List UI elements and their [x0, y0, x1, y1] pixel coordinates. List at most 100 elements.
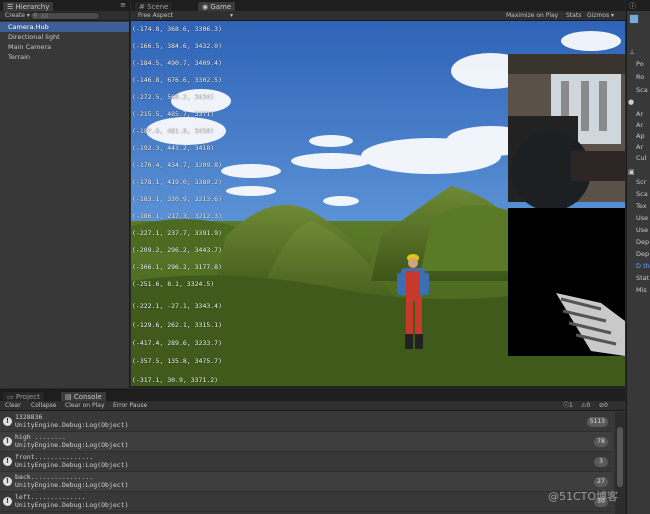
scene-icon: # [139, 3, 145, 11]
game-viewport[interactable]: (-174.8, 368.6, 3306.3) (-166.5, 384.6, … [131, 21, 625, 386]
inspector-field[interactable]: D th [636, 262, 650, 270]
log-message: high ........ [15, 433, 66, 441]
coord-label: (-306.1, 296.2, 3177.8) [132, 263, 223, 271]
error-pause-toggle[interactable]: Error Pause [110, 402, 150, 410]
info-count: 1 [569, 402, 573, 409]
coord-label: (-146.8, 676.6, 3302.5) [132, 76, 223, 84]
coord-label: (-187.6, 481.6, 3450) [132, 127, 215, 135]
tab-project[interactable]: ▭ Project [2, 391, 45, 401]
panel-menu-icon[interactable]: ≡ [120, 1, 126, 9]
coord-label: (-227.1, 237.7, 3391.9) [132, 229, 223, 237]
hierarchy-toolbar: Create ▾ ⚲ [0, 11, 129, 21]
scrollbar-thumb[interactable] [617, 427, 623, 487]
script-component-icon: ▣ [628, 168, 635, 176]
hierarchy-item-terrain[interactable]: Terrain [0, 52, 129, 62]
hierarchy-item-main-camera[interactable]: Main Camera [0, 42, 129, 52]
tab-hierarchy[interactable]: ☰ Hierarchy [2, 1, 55, 11]
coord-label: (-317.1, 30.9, 3371.2) [132, 376, 219, 384]
coord-label: (-178.1, 419.0, 3380.2) [132, 178, 223, 186]
camera-feed-overlay [508, 54, 625, 211]
transform-icon: ⊥ [629, 48, 636, 56]
game-tabbar: # Scene ◉ Game [131, 0, 625, 11]
inspector-field[interactable]: Use [636, 214, 648, 222]
tab-console-label: Console [73, 393, 102, 401]
inspector-field[interactable]: Mis [636, 286, 647, 294]
console-log-row[interactable]: ! 1328836 UnityEngine.Debug:Log(Object) … [0, 412, 612, 432]
inspector-field[interactable]: Ar [636, 110, 643, 118]
log-stacktrace: UnityEngine.Debug:Log(Object) [15, 461, 129, 469]
inspector-field[interactable]: Ro [636, 73, 644, 81]
game-toolbar: Free Aspect ▾ Maximize on Play Stats Giz… [131, 11, 625, 21]
log-stacktrace: UnityEngine.Debug:Log(Object) [15, 441, 129, 449]
tab-scene[interactable]: # Scene [134, 1, 174, 11]
create-button[interactable]: Create ▾ [2, 12, 33, 20]
stats-toggle[interactable]: Stats [563, 12, 584, 20]
maximize-on-play-toggle[interactable]: Maximize on Play [503, 12, 561, 20]
hierarchy-list: Camera.Hub Directional light Main Camera… [0, 22, 129, 62]
hierarchy-item-camera-hub[interactable]: Camera.Hub [0, 22, 129, 32]
tab-scene-label: Scene [147, 3, 169, 11]
console-log-row[interactable]: ! left.............. UnityEngine.Debug:L… [0, 492, 612, 512]
console-log-row[interactable]: ! back................ UnityEngine.Debug… [0, 472, 612, 492]
tab-game[interactable]: ◉ Game [197, 1, 237, 11]
coord-label: (-192.3, 443.2, 3418) [132, 144, 215, 152]
inspector-field[interactable]: Use [636, 226, 648, 234]
inspector-field[interactable]: Sca [636, 86, 648, 94]
chevron-down-icon: ▾ [230, 12, 234, 19]
depth-map-overlay [508, 208, 625, 356]
info-icon[interactable]: ⓘ [629, 1, 636, 11]
clear-on-play-toggle[interactable]: Clear on Play [62, 402, 108, 410]
console-toolbar: Clear Collapse Clear on Play Error Pause… [0, 401, 625, 411]
info-icon: ! [3, 457, 12, 466]
game-panel: # Scene ◉ Game Free Aspect ▾ Maximize on… [131, 0, 625, 388]
inspector-field[interactable]: Ar [636, 121, 643, 129]
log-message: 1328836 [15, 413, 43, 421]
log-stacktrace: UnityEngine.Debug:Log(Object) [15, 481, 129, 489]
tab-console[interactable]: ▤ Console [60, 391, 107, 401]
tab-hierarchy-label: Hierarchy [15, 3, 50, 11]
camera-component-icon: ● [628, 98, 635, 106]
console-log-row[interactable]: ! high ........ UnityEngine.Debug:Log(Ob… [0, 432, 612, 452]
inspector-field[interactable]: Ap [636, 132, 645, 140]
hierarchy-item-directional-light[interactable]: Directional light [0, 32, 129, 42]
clear-button[interactable]: Clear [2, 402, 24, 410]
coord-label: (-166.5, 384.6, 3432.0) [132, 42, 223, 50]
coord-label: (-129.6, 262.1, 3315.1) [132, 321, 223, 329]
list-icon: ☰ [7, 3, 14, 11]
aspect-dropdown[interactable]: Free Aspect [135, 12, 176, 20]
info-count-toggle[interactable]: ⓘ1 [560, 402, 576, 410]
log-count-badge: 27 [594, 477, 608, 487]
hierarchy-search-input[interactable] [30, 12, 100, 20]
collapse-toggle[interactable]: Collapse [28, 402, 60, 410]
inspector-field[interactable]: Tex [636, 202, 647, 210]
cube-icon [629, 14, 639, 24]
log-stacktrace: UnityEngine.Debug:Log(Object) [15, 501, 129, 509]
inspector-field[interactable]: Cul [636, 154, 646, 162]
coord-label: (-186.1, 217.3, 3212.3) [132, 212, 223, 220]
inspector-field[interactable]: Sca [636, 190, 648, 198]
game-icon: ◉ [202, 3, 209, 11]
inspector-field[interactable]: Stat [636, 274, 649, 282]
coord-label: (-251.6, 8.1, 3324.5) [132, 280, 215, 288]
error-count-toggle[interactable]: ⊘0 [596, 402, 611, 410]
inspector-field[interactable]: Scr [636, 178, 646, 186]
coord-label: (-272.5, 569.2, 3434) [132, 93, 215, 101]
coord-label: (-417.4, 289.6, 3233.7) [132, 339, 223, 347]
inspector-field[interactable]: Dep [636, 250, 649, 258]
coord-label: (-174.8, 368.6, 3306.3) [132, 25, 223, 33]
warning-count-toggle[interactable]: ⚠0 [578, 402, 593, 410]
console-log-row[interactable]: ! front............... UnityEngine.Debug… [0, 452, 612, 472]
info-icon: ! [3, 417, 12, 426]
tab-project-label: Project [15, 393, 40, 401]
console-icon: ▤ [65, 393, 72, 401]
gizmos-dropdown[interactable]: Gizmos ▾ [584, 12, 617, 20]
inspector-field[interactable]: Po [636, 60, 644, 68]
inspector-panel: ⓘ ⊥ ● ▣ Po Ro Sca Ar Ar Ap Ar Cul Scr Sc… [626, 0, 650, 514]
hierarchy-panel: ☰ Hierarchy ≡ Create ▾ ⚲ Camera.Hub Dire… [0, 0, 130, 388]
info-icon: ! [3, 477, 12, 486]
inspector-field[interactable]: Dep [636, 238, 649, 246]
log-count-badge: 5113 [586, 417, 608, 427]
info-icon: ! [3, 437, 12, 446]
log-stacktrace: UnityEngine.Debug:Log(Object) [15, 421, 129, 429]
inspector-field[interactable]: Ar [636, 143, 643, 151]
